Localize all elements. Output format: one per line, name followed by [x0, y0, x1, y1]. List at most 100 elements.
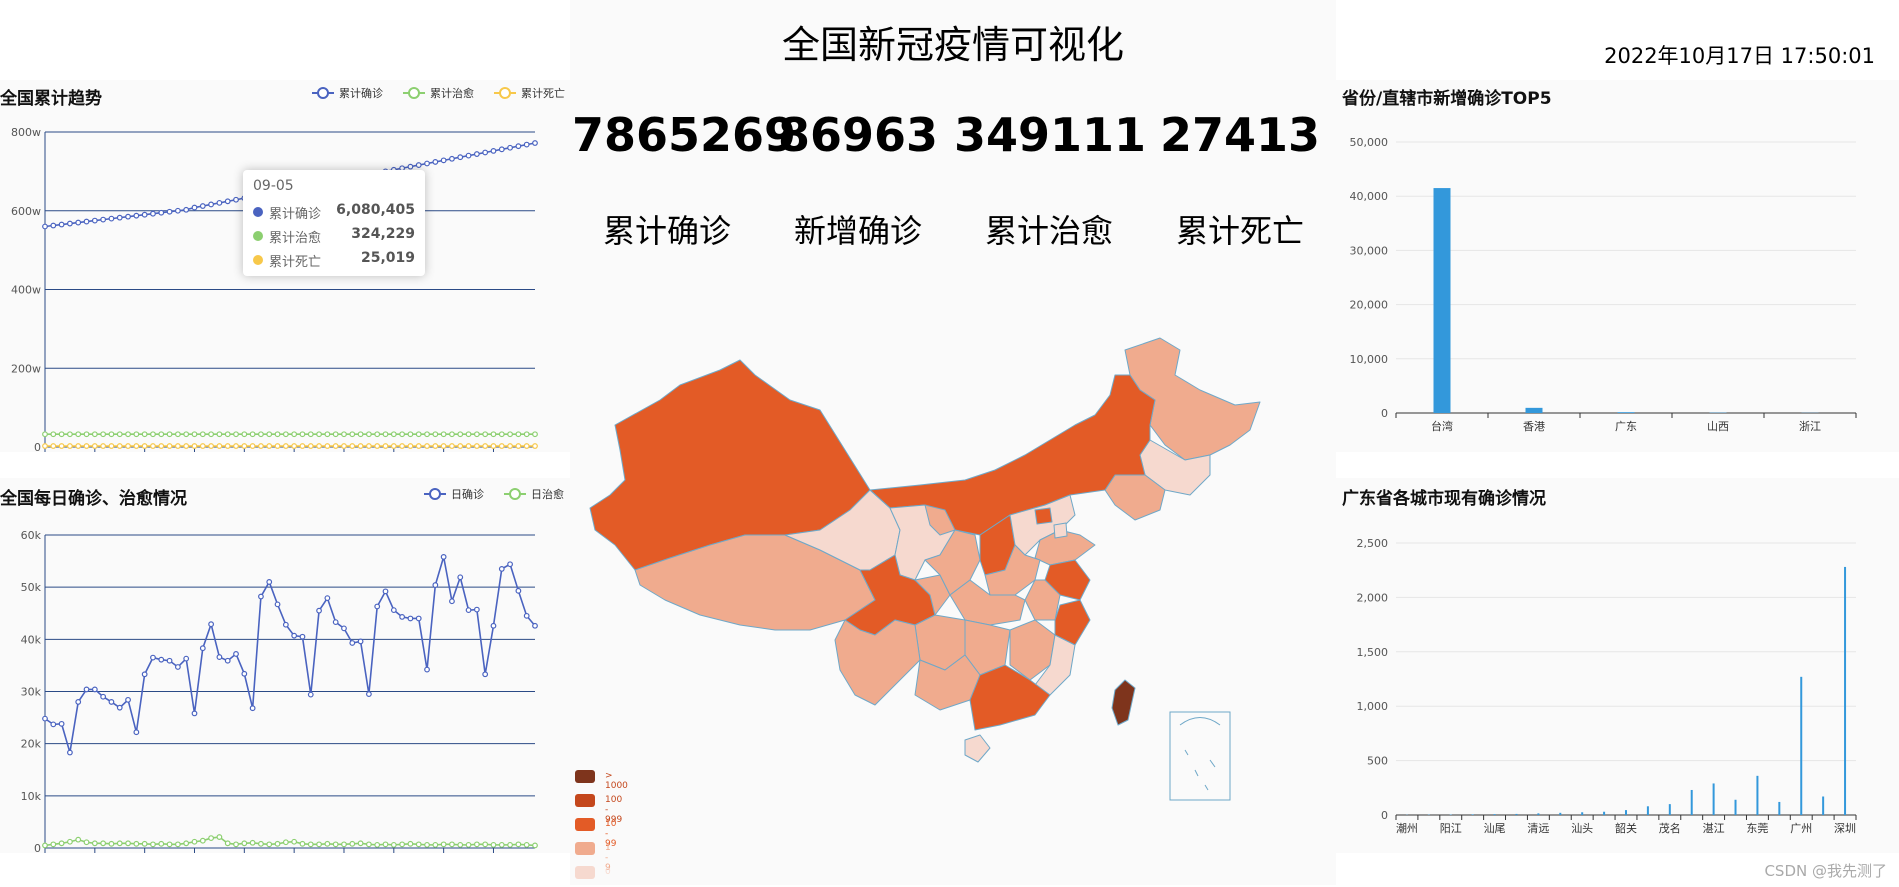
bar — [1581, 812, 1584, 815]
data-point — [457, 154, 464, 161]
data-point — [490, 147, 497, 154]
data-point — [191, 710, 198, 717]
data-point — [116, 431, 123, 438]
data-point — [91, 443, 98, 449]
y-tick-label: 800w — [11, 126, 41, 139]
data-point — [133, 443, 140, 449]
data-point — [490, 431, 497, 438]
data-point — [108, 215, 115, 222]
data-point — [58, 443, 65, 449]
data-point — [191, 838, 198, 845]
data-point — [473, 443, 480, 449]
data-point — [150, 210, 156, 217]
data-point — [174, 664, 181, 670]
data-point — [174, 443, 181, 449]
data-point — [158, 656, 165, 663]
data-point — [266, 841, 273, 848]
data-point — [424, 443, 430, 449]
data-point — [473, 841, 480, 848]
data-point — [216, 199, 223, 206]
data-point — [357, 638, 364, 645]
data-point — [249, 705, 256, 712]
data-point — [299, 840, 306, 847]
data-point — [50, 431, 57, 438]
chart-tooltip: 09-05 累计确诊 6,080,405 累计治愈 324,229 累计死亡 2… — [243, 170, 425, 276]
region-tianjin[interactable] — [1053, 522, 1068, 539]
legend-label: > 1000 — [605, 771, 628, 791]
data-point — [507, 561, 513, 568]
tooltip-date: 09-05 — [253, 178, 294, 194]
data-point — [183, 431, 190, 438]
data-point — [515, 143, 522, 150]
y-tick-label: 30k — [21, 686, 42, 699]
bar — [1646, 806, 1649, 815]
data-point — [332, 443, 339, 449]
data-point — [216, 431, 223, 438]
data-point — [432, 443, 439, 449]
data-point — [349, 840, 356, 847]
data-point — [133, 840, 140, 847]
data-point — [449, 598, 455, 605]
y-tick-label: 400w — [11, 284, 41, 297]
data-point — [233, 196, 239, 203]
y-tick-label: 50k — [21, 581, 42, 594]
data-point — [341, 841, 347, 848]
x-tick-label: 阳江 — [1440, 822, 1462, 835]
data-point — [67, 749, 73, 756]
data-point — [50, 841, 57, 848]
data-point — [498, 566, 505, 572]
data-point — [382, 431, 389, 438]
data-point — [133, 431, 140, 438]
data-point — [42, 842, 48, 849]
data-point — [349, 431, 356, 438]
region-beijing[interactable] — [1034, 507, 1053, 525]
data-point — [67, 431, 73, 438]
stat-label-dead: 累计死亡 — [1175, 212, 1304, 250]
data-point — [365, 443, 372, 449]
legend-marker — [317, 87, 329, 99]
data-point — [299, 443, 306, 449]
data-point — [440, 841, 447, 848]
china-map[interactable] — [570, 330, 1336, 870]
region-yunnan[interactable] — [834, 619, 921, 706]
data-point — [473, 606, 480, 613]
data-point — [166, 841, 173, 848]
data-point — [490, 622, 497, 629]
data-point — [498, 841, 505, 848]
x-tick-label: 清远 — [1527, 822, 1549, 835]
y-tick-label: 10,000 — [1350, 353, 1389, 366]
data-point — [390, 431, 397, 438]
data-point — [191, 204, 198, 211]
data-point — [116, 840, 123, 847]
legend-label: 累计确诊 — [339, 86, 383, 100]
data-point — [316, 443, 322, 449]
data-point — [440, 554, 447, 560]
data-point — [42, 431, 48, 438]
data-point — [465, 841, 472, 848]
data-point — [191, 443, 198, 449]
region-guangdong[interactable] — [969, 664, 1051, 731]
data-point — [166, 431, 173, 438]
data-point — [349, 443, 356, 449]
data-point — [307, 691, 314, 698]
data-point — [233, 443, 239, 449]
data-point — [233, 841, 239, 848]
x-tick-label: 浙江 — [1799, 420, 1821, 433]
data-point — [58, 840, 65, 847]
y-tick-label: 60k — [21, 529, 42, 542]
tooltip-dot-dead — [253, 255, 263, 265]
region-hainan[interactable] — [964, 734, 991, 763]
data-point — [473, 151, 480, 157]
data-point — [324, 595, 331, 602]
data-point — [150, 443, 156, 449]
data-point — [457, 574, 464, 581]
region-taiwan[interactable] — [1111, 679, 1136, 726]
data-point — [183, 840, 190, 847]
tooltip-dot-confirm — [253, 207, 263, 217]
data-point — [141, 671, 148, 678]
data-point — [316, 431, 322, 438]
series-line — [44, 556, 536, 753]
stat-label-confirmed: 累计确诊 — [602, 212, 731, 250]
legend-marker — [429, 488, 441, 500]
data-point — [75, 443, 82, 449]
